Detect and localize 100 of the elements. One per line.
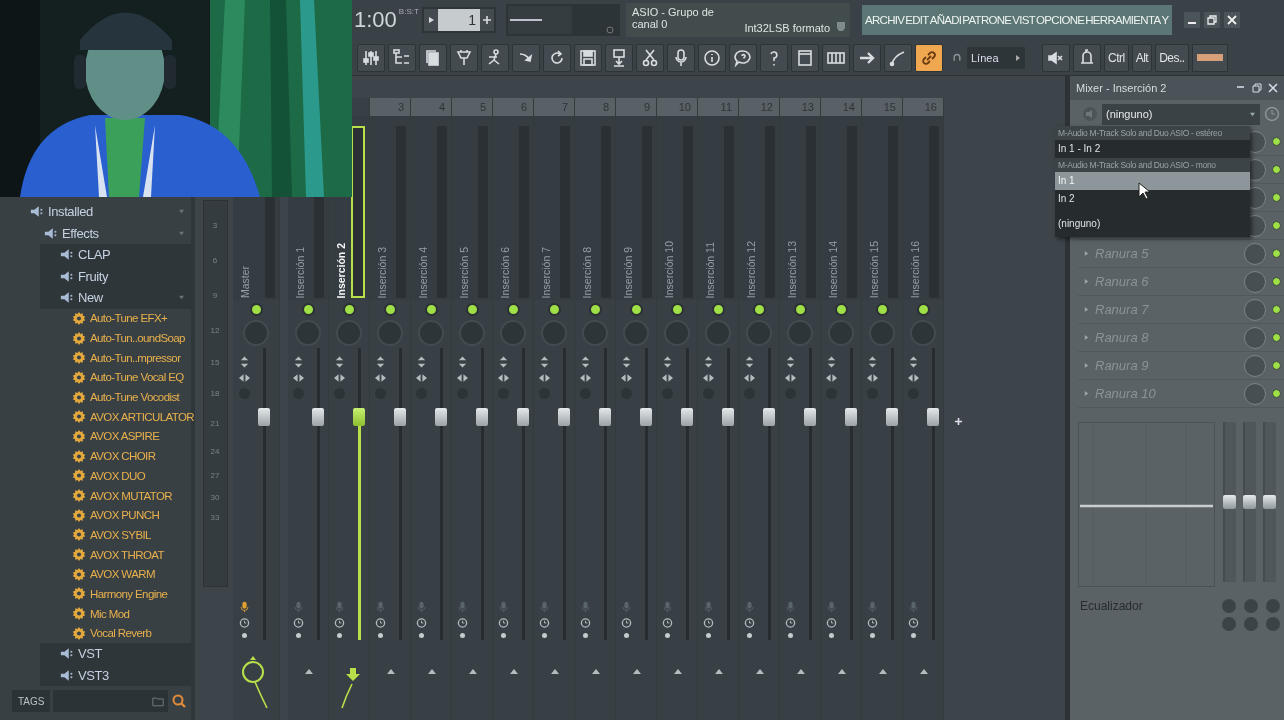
left-right-arrows-icon[interactable] (908, 372, 920, 384)
tree-item[interactable]: Auto-Tune Vocodist (0, 387, 191, 407)
fader-thumb[interactable] (435, 408, 448, 427)
track-led[interactable] (752, 302, 766, 316)
minimize-icon[interactable] (1184, 12, 1201, 28)
eq-slider-thumb[interactable] (1243, 495, 1256, 509)
track-led[interactable] (875, 302, 889, 316)
track-label[interactable]: Inserción 15 (868, 240, 880, 298)
tree-item[interactable]: AVOX CHOIR (0, 446, 191, 466)
track-label[interactable]: Inserción 3 (376, 246, 388, 298)
fader-thumb[interactable] (476, 408, 489, 427)
clock-icon[interactable] (662, 617, 674, 629)
close-icon[interactable] (1268, 83, 1278, 93)
tree-item[interactable]: Installed (0, 201, 191, 223)
clock-icon[interactable] (293, 617, 305, 629)
toolbar-button[interactable] (419, 43, 447, 72)
left-right-arrows-icon[interactable] (416, 372, 428, 384)
toolbar-button[interactable] (915, 43, 943, 72)
track-label[interactable]: Inserción 16 (909, 240, 921, 298)
tree-item[interactable]: Mic Mod (0, 603, 191, 624)
menu-item[interactable]: AÑADI (929, 14, 962, 26)
track-led[interactable] (301, 302, 315, 316)
tree-item[interactable]: Fruity (40, 265, 191, 287)
left-right-arrows-icon[interactable] (826, 372, 838, 384)
left-right-arrows-icon[interactable] (539, 372, 551, 384)
fader-thumb[interactable] (681, 408, 694, 427)
track-label[interactable]: Inserción 9 (622, 246, 634, 298)
fader-thumb[interactable] (517, 408, 530, 427)
track-led[interactable] (916, 302, 930, 316)
track-led[interactable] (629, 302, 643, 316)
toolbar-button[interactable] (574, 43, 602, 72)
slot-led[interactable] (1272, 277, 1281, 286)
menu-item[interactable]: OPCIONE (1036, 14, 1085, 26)
microphone-icon[interactable] (238, 601, 250, 613)
input-dropdown[interactable]: (ninguno) (1102, 103, 1260, 125)
tree-item[interactable]: Harmony Engine (0, 584, 191, 604)
tree-item[interactable]: VST (40, 643, 191, 665)
tree-item[interactable]: AVOX MUTATOR (0, 485, 191, 506)
toolbar-button[interactable] (512, 43, 540, 72)
fader-thumb[interactable] (599, 408, 612, 427)
up-down-arrows-icon[interactable] (498, 356, 510, 368)
up-down-arrows-icon[interactable] (826, 356, 838, 368)
menu-option[interactable]: In 2 (1055, 190, 1250, 208)
track-led[interactable] (793, 302, 807, 316)
tree-item[interactable]: AVOX WARM (0, 564, 191, 585)
eq-slider-thumb[interactable] (1223, 495, 1236, 509)
toolbar-button[interactable] (388, 43, 416, 72)
up-down-arrows-icon[interactable] (785, 356, 797, 368)
tree-item[interactable]: Vocal Reverb (0, 623, 191, 644)
track-led[interactable] (588, 302, 602, 316)
slot-led[interactable] (1272, 165, 1281, 174)
toolbar-button[interactable] (884, 43, 912, 72)
up-down-arrows-icon[interactable] (539, 356, 551, 368)
toolbar-button[interactable] (636, 43, 664, 72)
track-label[interactable]: Inserción 6 (499, 246, 511, 298)
menu-option[interactable]: In 1 - In 2 (1055, 140, 1250, 158)
slot-led[interactable] (1272, 361, 1281, 370)
toolbar-button[interactable] (760, 43, 788, 72)
left-right-arrows-icon[interactable] (703, 372, 715, 384)
clock-icon[interactable] (908, 617, 920, 629)
up-down-arrows-icon[interactable] (621, 356, 633, 368)
slot-led[interactable] (1272, 333, 1281, 342)
left-right-arrows-icon[interactable] (785, 372, 797, 384)
toolbar-button[interactable] (543, 43, 571, 72)
clock-icon[interactable] (703, 617, 715, 629)
fader-thumb[interactable] (312, 408, 325, 427)
up-down-arrows-icon[interactable] (293, 356, 305, 368)
fader-thumb[interactable] (353, 408, 366, 427)
tree-item[interactable]: AVOX ASPIRE (0, 426, 191, 447)
toolbar-button[interactable] (1042, 43, 1070, 72)
slot-led[interactable] (1272, 389, 1281, 398)
track-label[interactable]: Inserción 5 (458, 246, 470, 298)
tree-item[interactable]: Auto-Tune EFX+ (0, 308, 191, 329)
up-down-arrows-icon[interactable] (416, 356, 428, 368)
fader-thumb[interactable] (886, 408, 899, 427)
menu-item[interactable]: ARCHIV (865, 14, 905, 26)
tags-button[interactable]: TAGS (12, 690, 51, 713)
clock-icon[interactable] (826, 617, 838, 629)
toolbar-button[interactable]: Alt (1131, 43, 1153, 72)
close-icon[interactable] (1224, 12, 1241, 28)
menu-option[interactable]: (ninguno) (1055, 215, 1250, 233)
fader-thumb[interactable] (258, 408, 270, 427)
up-down-arrows-icon[interactable] (457, 356, 469, 368)
toolbar-button[interactable] (698, 43, 726, 72)
track-label[interactable]: Inserción 8 (581, 246, 593, 298)
tree-item[interactable]: Effects (0, 222, 191, 244)
menu-option[interactable]: In 1 (1055, 172, 1250, 190)
tree-item[interactable]: AVOX THROAT (0, 544, 191, 565)
toolbar-button[interactable]: Des.. (1155, 43, 1189, 72)
slot-led[interactable] (1272, 221, 1281, 230)
track-led[interactable] (506, 302, 520, 316)
tree-item[interactable]: CLAP (40, 244, 191, 266)
pattern-field[interactable]: 1 (438, 9, 480, 31)
clock-icon[interactable] (867, 617, 879, 629)
tree-item[interactable]: Auto-Tun..oundSoap (0, 328, 191, 348)
left-right-arrows-icon[interactable] (457, 372, 469, 384)
fader-thumb[interactable] (763, 408, 776, 427)
toolbar-button[interactable]: Ctrl (1104, 43, 1129, 72)
up-down-arrows-icon[interactable] (867, 356, 879, 368)
tree-item[interactable]: AVOX PUNCH (0, 505, 191, 526)
